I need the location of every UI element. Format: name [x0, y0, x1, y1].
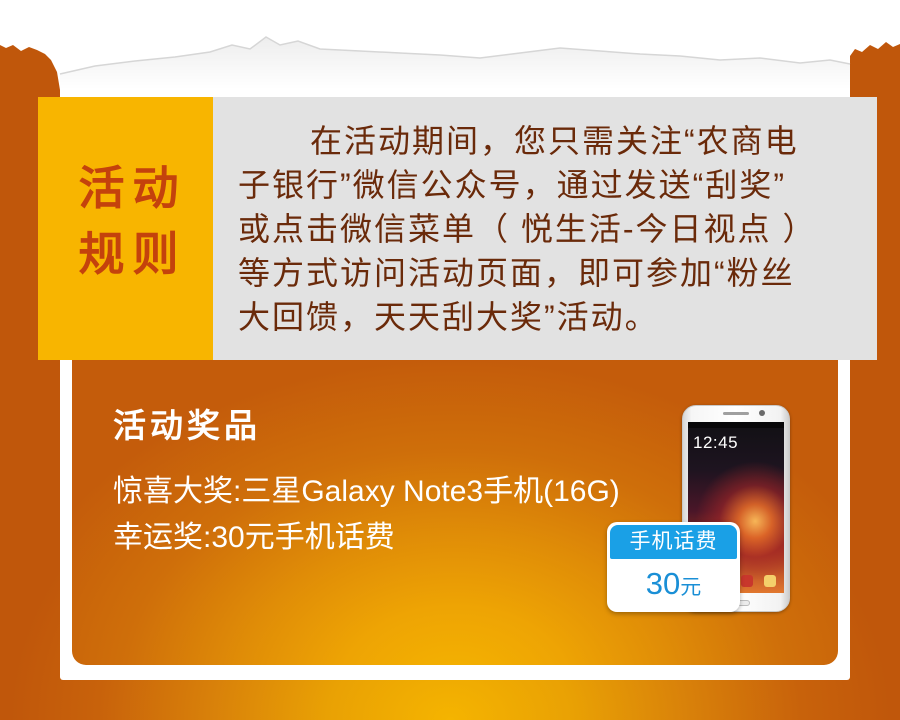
rules-text-line: 在活动期间，您只需关注“农商电 [310, 123, 799, 159]
rules-title-line: 活动 [78, 161, 187, 214]
rules-text-line: 大回馈，天天刮大奖”活动。 [238, 299, 659, 335]
rules-title-box: 活动 规则 [38, 97, 213, 360]
prize-title: 活动奖品 [113, 407, 261, 444]
app-icon [763, 575, 776, 587]
rules-text-line: 子银行”微信公众号，通过发送“刮奖” [238, 167, 786, 203]
rules-text-line: 或点击微信菜单（ 悦生活-今日视点 ） [238, 211, 817, 247]
badge-amount-number: 30 [645, 566, 681, 601]
phone-screen-time: 12:45 [693, 433, 739, 452]
phone-speaker [723, 412, 749, 415]
grand-prize-text: 惊喜大奖:三星Galaxy Note3手机(16G) [113, 475, 620, 508]
rules-text-box: 在活动期间，您只需关注“农商电 子银行”微信公众号，通过发送“刮奖” 或点击微信… [213, 97, 877, 360]
rules-title-line: 规则 [78, 227, 187, 280]
phone-camera [759, 410, 765, 416]
phone-statusbar [688, 422, 784, 428]
badge-amount-unit: 元 [680, 576, 702, 599]
prize-panel: 活动奖品 惊喜大奖:三星Galaxy Note3手机(16G) 幸运奖:30元手… [72, 360, 838, 665]
badge-amount: 30元 [610, 559, 737, 609]
phone-credit-badge: 手机话费 30元 [607, 522, 740, 612]
badge-label: 手机话费 [610, 525, 737, 559]
app-icon [741, 575, 754, 587]
lucky-prize-text: 幸运奖:30元手机话费 [113, 521, 395, 554]
promo-page: 活动 规则 在活动期间，您只需关注“农商电 子银行”微信公众号，通过发送“刮奖”… [0, 0, 900, 720]
rules-text-line: 等方式访问活动页面，即可参加“粉丝 [238, 255, 795, 291]
